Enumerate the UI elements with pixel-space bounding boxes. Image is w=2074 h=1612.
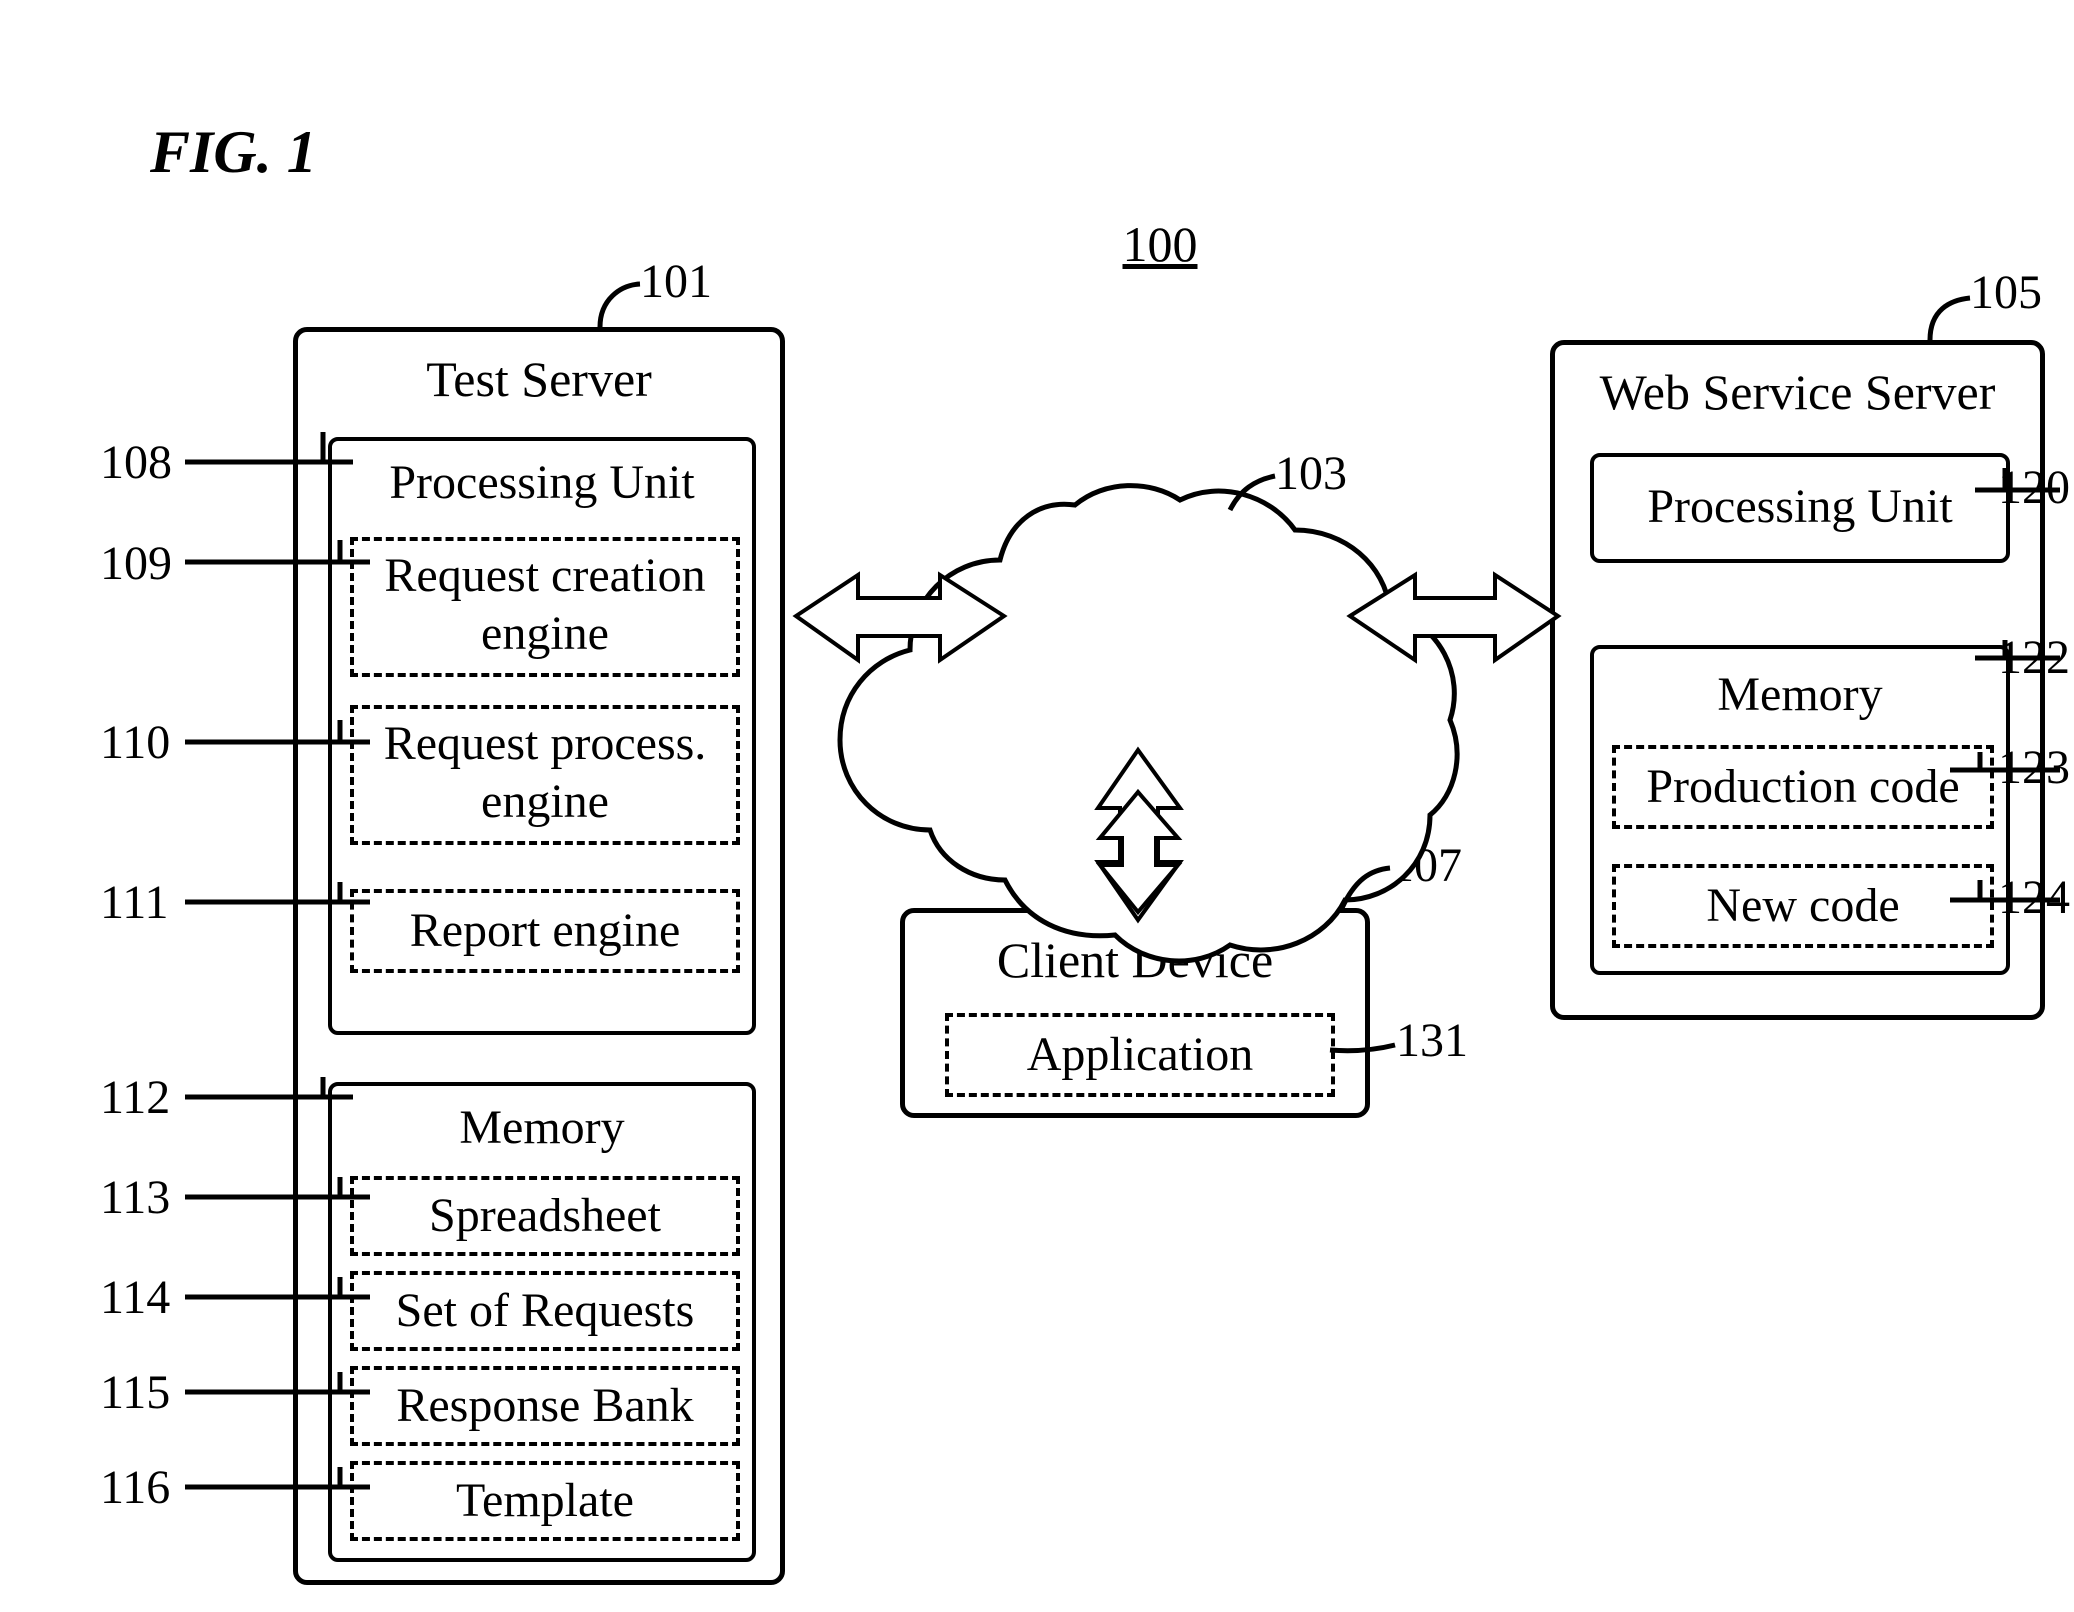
- response-bank-box: Response Bank: [350, 1366, 740, 1446]
- diagram-canvas: FIG. 1 100 Test Server Processing Unit R…: [0, 0, 2074, 1612]
- ref-103: 103: [1275, 446, 1347, 501]
- request-process-engine-label: Request process. engine: [354, 715, 736, 830]
- web-service-server-block: Web Service Server Processing Unit Memor…: [1550, 340, 2045, 1020]
- request-creation-engine-box: Request creation engine: [350, 537, 740, 677]
- application-box: Application: [945, 1013, 1335, 1097]
- production-code-box: Production code: [1612, 745, 1994, 829]
- figure-title: FIG. 1: [150, 118, 317, 187]
- test-server-processing-unit-label: Processing Unit: [332, 455, 752, 510]
- ref-123: 123: [1990, 740, 2070, 795]
- web-service-server-title: Web Service Server: [1555, 363, 2040, 421]
- ref-120-real: 120: [1990, 460, 2070, 515]
- report-engine-box: Report engine: [350, 889, 740, 973]
- request-creation-engine-label: Request creation engine: [354, 547, 736, 662]
- client-device-block: Client Device Application: [900, 908, 1370, 1118]
- wss-processing-unit-box: Processing Unit: [1590, 453, 2010, 563]
- ref-105: 105: [1970, 265, 2042, 320]
- response-bank-label: Response Bank: [354, 1378, 736, 1433]
- wss-memory-label: Memory: [1594, 667, 2006, 722]
- wss-memory-box: Memory Production code New code: [1590, 645, 2010, 975]
- ref-109: 109: [100, 536, 172, 591]
- request-process-engine-box: Request process. engine: [350, 705, 740, 845]
- template-box: Template: [350, 1461, 740, 1541]
- ref-116: 116: [100, 1460, 170, 1515]
- set-of-requests-label: Set of Requests: [354, 1283, 736, 1338]
- ref-124: 124: [1990, 870, 2070, 925]
- ref-122: 122: [1990, 630, 2070, 685]
- client-device-title: Client Device: [905, 931, 1365, 989]
- new-code-box: New code: [1612, 864, 1994, 948]
- spreadsheet-label: Spreadsheet: [354, 1188, 736, 1243]
- ref-111: 111: [100, 875, 168, 930]
- ref-101: 101: [640, 254, 712, 309]
- ref-110: 110: [100, 715, 170, 770]
- test-server-memory-label: Memory: [332, 1100, 752, 1155]
- report-engine-label: Report engine: [354, 903, 736, 958]
- ref-114: 114: [100, 1270, 170, 1325]
- test-server-memory-box: Memory Spreadsheet Set of Requests Respo…: [328, 1082, 756, 1562]
- test-server-title: Test Server: [298, 350, 780, 408]
- test-server-block: Test Server Processing Unit Request crea…: [293, 327, 785, 1585]
- new-code-label: New code: [1616, 878, 1990, 933]
- network-label: Network: [1070, 603, 1290, 661]
- system-ref-number: 100: [1100, 215, 1220, 273]
- ref-113: 113: [100, 1170, 170, 1225]
- test-server-processing-unit-box: Processing Unit Request creation engine …: [328, 437, 756, 1035]
- application-label: Application: [949, 1027, 1331, 1082]
- ref-108: 108: [100, 435, 172, 490]
- ref-112: 112: [100, 1070, 170, 1125]
- template-label: Template: [354, 1473, 736, 1528]
- set-of-requests-box: Set of Requests: [350, 1271, 740, 1351]
- ref-131: 131: [1396, 1013, 1468, 1068]
- ref-115: 115: [100, 1365, 170, 1420]
- spreadsheet-box: Spreadsheet: [350, 1176, 740, 1256]
- ref-107: 107: [1390, 838, 1462, 893]
- production-code-label: Production code: [1616, 759, 1990, 814]
- wss-processing-unit-label: Processing Unit: [1594, 479, 2006, 534]
